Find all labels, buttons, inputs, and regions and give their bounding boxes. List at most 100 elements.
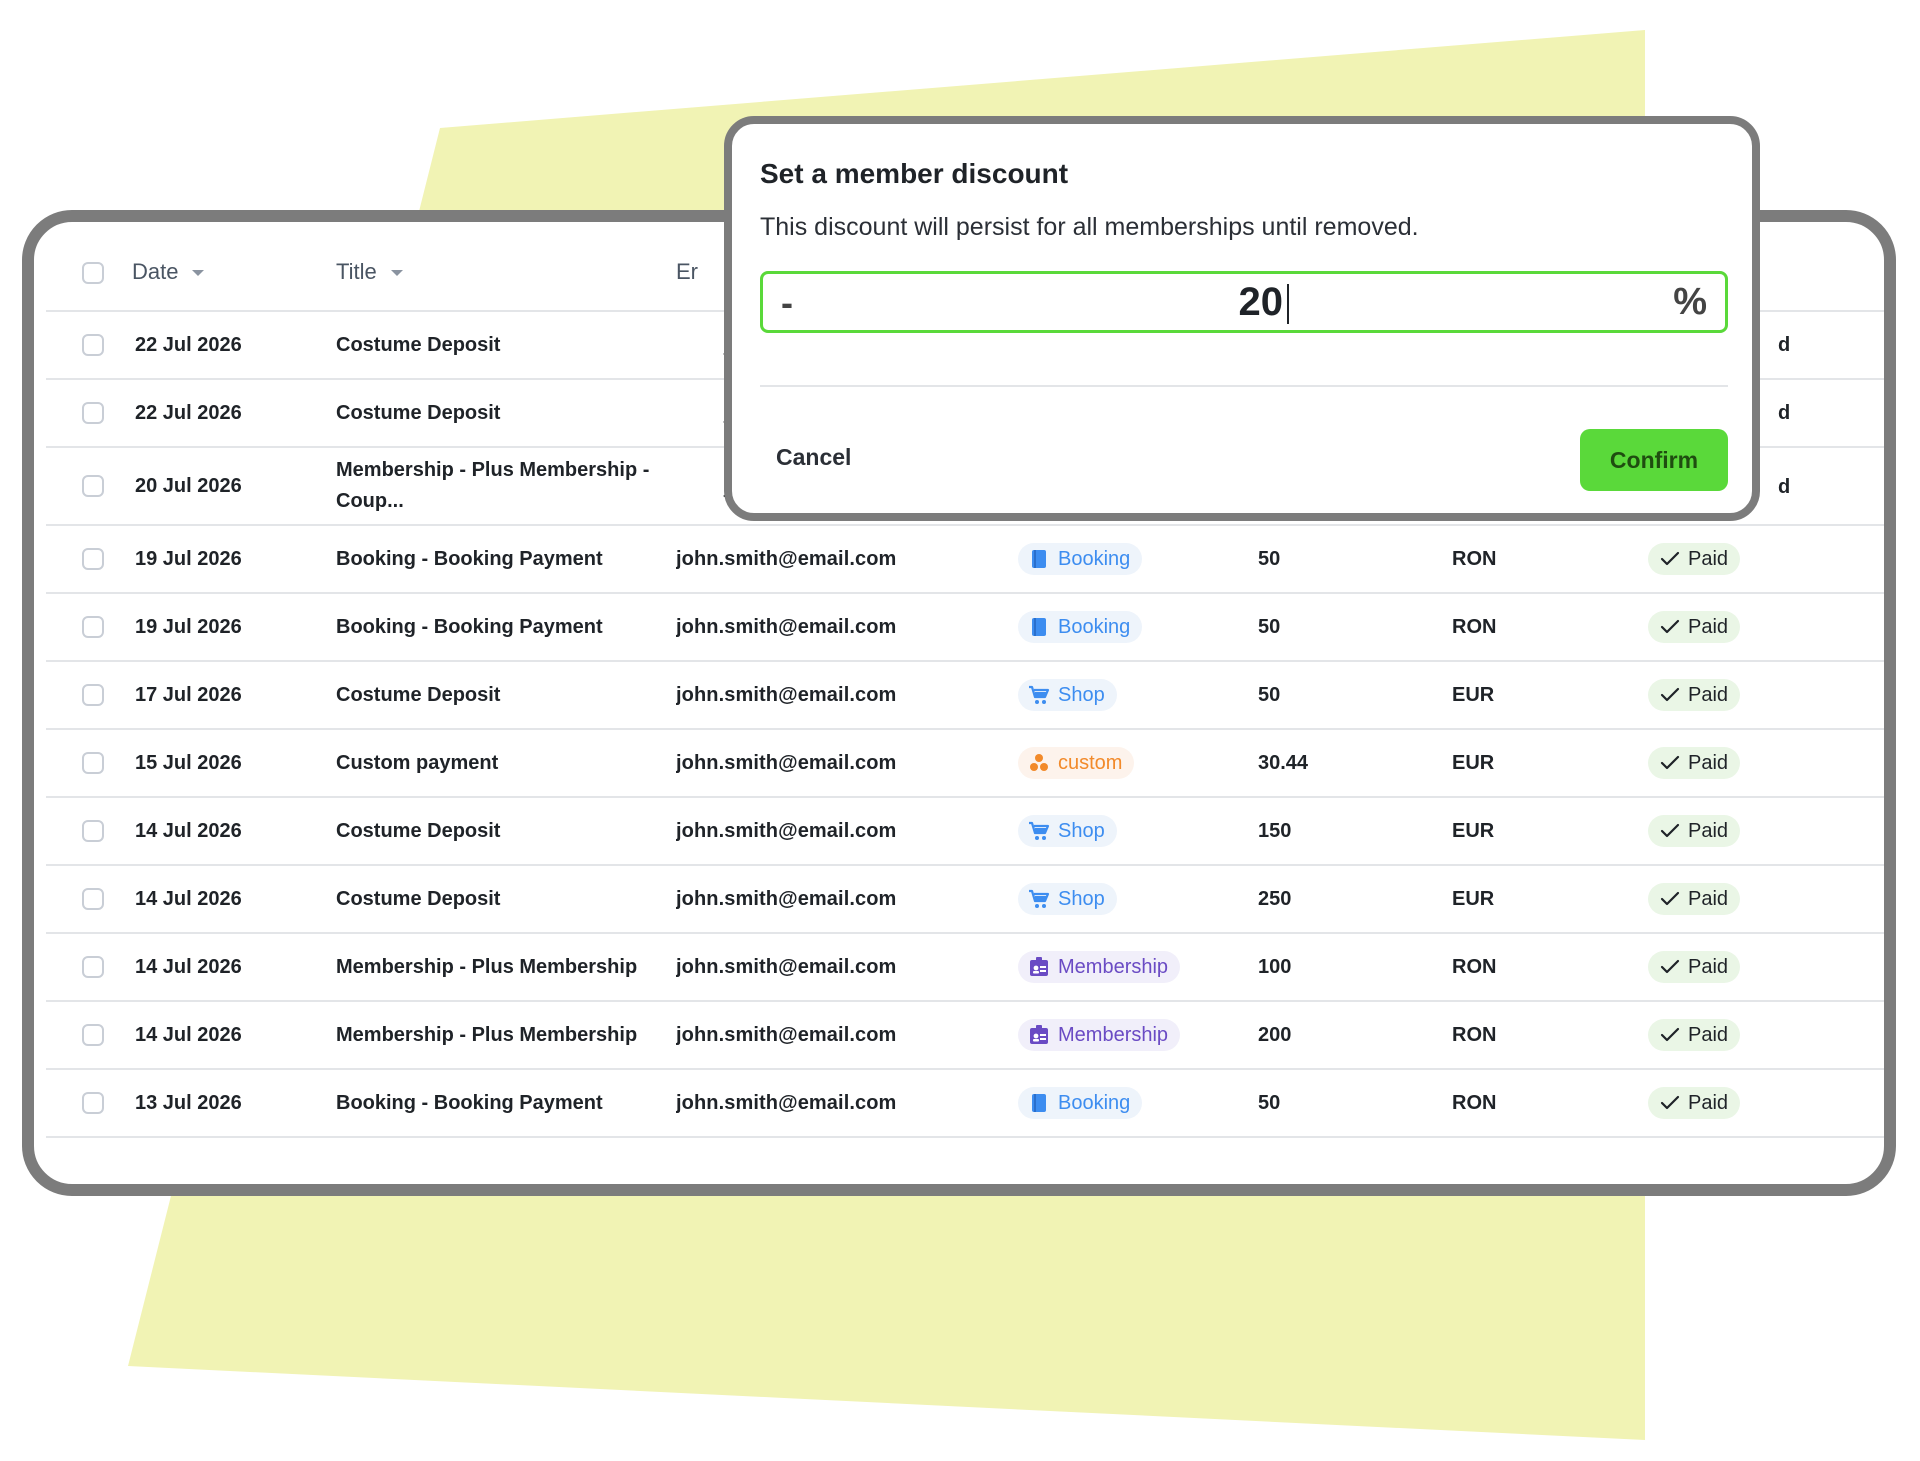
table-row[interactable]: 14 Jul 2026 Membership - Plus Membership j… [46,1001,1884,1070]
email-cell: john.smith@email.com [676,1069,1018,1138]
type-label: Membership [1058,1023,1169,1046]
row-checkbox[interactable] [82,684,104,707]
check-icon [1660,551,1680,566]
check-icon [1660,1095,1680,1110]
row-checkbox[interactable] [82,956,104,979]
title-cell: Custom payment [336,729,676,798]
status-badge: Paid [1648,815,1741,847]
title-cell: Booking - Booking Payment [336,593,676,662]
table-row[interactable]: 19 Jul 2026 Booking - Booking Payment john… [46,593,1884,662]
check-icon [1660,619,1680,634]
row-checkbox[interactable] [82,1024,104,1047]
status-label: Paid [1688,548,1729,570]
type-label: Shop [1058,819,1105,842]
currency-cell: EUR [1452,797,1648,866]
type-tag: Membership [1018,1018,1181,1051]
type-cell: Membership [1018,933,1258,1002]
discount-input[interactable]: - 20 % [760,271,1728,333]
table-row[interactable]: 19 Jul 2026 Booking - Booking Payment john… [46,525,1884,594]
status-label: Paid [1688,1024,1729,1046]
row-select-cell [46,1001,132,1070]
type-cell: Shop [1018,865,1258,934]
row-checkbox[interactable] [82,548,104,571]
date-cell: 22 Jul 2026 [132,311,336,380]
title-cell: Costume Deposit [336,797,676,866]
status-fragment: d [1778,402,1791,424]
member-discount-modal: Set a member discount This discount will… [724,116,1760,521]
table-row[interactable]: 14 Jul 2026 Membership - Plus Membership j… [46,933,1884,1002]
type-cell: Shop [1018,661,1258,730]
sort-caret-icon [192,270,205,277]
type-tag: Booking [1018,1086,1143,1119]
status-cell: Paid [1648,1069,1884,1138]
type-cell: custom [1018,729,1258,798]
row-select-cell [46,379,132,448]
check-icon [1660,1027,1680,1042]
id-card-icon [1028,956,1050,978]
cart-icon [1028,684,1050,706]
status-cell: Paid [1648,865,1884,934]
title-cell: Costume Deposit [336,379,676,448]
table-row[interactable]: 13 Jul 2026 Booking - Booking Payment john… [46,1069,1884,1138]
currency-cell: EUR [1452,865,1648,934]
status-cell: Paid [1648,1001,1884,1070]
row-checkbox[interactable] [82,820,104,843]
row-checkbox[interactable] [82,334,104,357]
currency-cell: RON [1452,593,1648,662]
confirm-button[interactable]: Confirm [1580,429,1728,491]
type-tag: Booking [1018,610,1143,643]
row-checkbox[interactable] [82,752,104,775]
header-title[interactable]: Title [336,234,676,312]
type-label: custom [1058,751,1123,774]
date-cell: 22 Jul 2026 [132,379,336,448]
type-label: Membership [1058,955,1169,978]
row-checkbox[interactable] [82,616,104,639]
status-fragment: d [1778,476,1791,498]
row-select-cell [46,311,132,380]
row-checkbox[interactable] [82,402,104,425]
row-select-cell [46,525,132,594]
modal-divider [760,385,1728,387]
row-checkbox[interactable] [82,475,104,498]
status-badge: Paid [1648,747,1741,779]
dots-icon [1028,752,1050,774]
cancel-button[interactable]: Cancel [776,444,851,471]
book-icon [1028,616,1050,638]
discount-value: 20 [1238,280,1284,324]
id-card-icon [1028,1024,1050,1046]
status-badge: Paid [1648,883,1741,915]
email-cell: john.smith@email.com [676,1001,1018,1070]
row-checkbox[interactable] [82,888,104,911]
table-row[interactable]: 15 Jul 2026 Custom payment john.smith@emai… [46,729,1884,798]
status-label: Paid [1688,888,1729,910]
amount-cell: 30.44 [1258,729,1452,798]
select-all-checkbox[interactable] [82,262,104,285]
table-row[interactable]: 14 Jul 2026 Costume Deposit john.smith@ema… [46,865,1884,934]
amount-cell: 150 [1258,797,1452,866]
row-select-cell [46,797,132,866]
amount-cell: 100 [1258,933,1452,1002]
currency-cell: EUR [1452,661,1648,730]
date-cell: 19 Jul 2026 [132,525,336,594]
table-row[interactable]: 17 Jul 2026 Costume Deposit john.smith@ema… [46,661,1884,730]
date-cell: 14 Jul 2026 [132,1001,336,1070]
type-cell: Shop [1018,797,1258,866]
row-select-cell [46,933,132,1002]
table-row[interactable]: 14 Jul 2026 Costume Deposit john.smith@ema… [46,797,1884,866]
title-cell: Membership - Plus Membership [336,1001,676,1070]
date-cell: 14 Jul 2026 [132,933,336,1002]
header-date[interactable]: Date [132,234,336,312]
check-icon [1660,755,1680,770]
row-select-cell [46,729,132,798]
title-cell: Costume Deposit [336,311,676,380]
email-cell: john.smith@email.com [676,797,1018,866]
email-cell: john.smith@email.com [676,593,1018,662]
status-badge: Paid [1648,1087,1741,1119]
header-email-label: Er [676,259,698,284]
title-cell: Booking - Booking Payment [336,525,676,594]
type-label: Shop [1058,887,1105,910]
type-tag: Booking [1018,542,1143,575]
date-cell: 19 Jul 2026 [132,593,336,662]
row-checkbox[interactable] [82,1092,104,1115]
status-cell: Paid [1648,729,1884,798]
